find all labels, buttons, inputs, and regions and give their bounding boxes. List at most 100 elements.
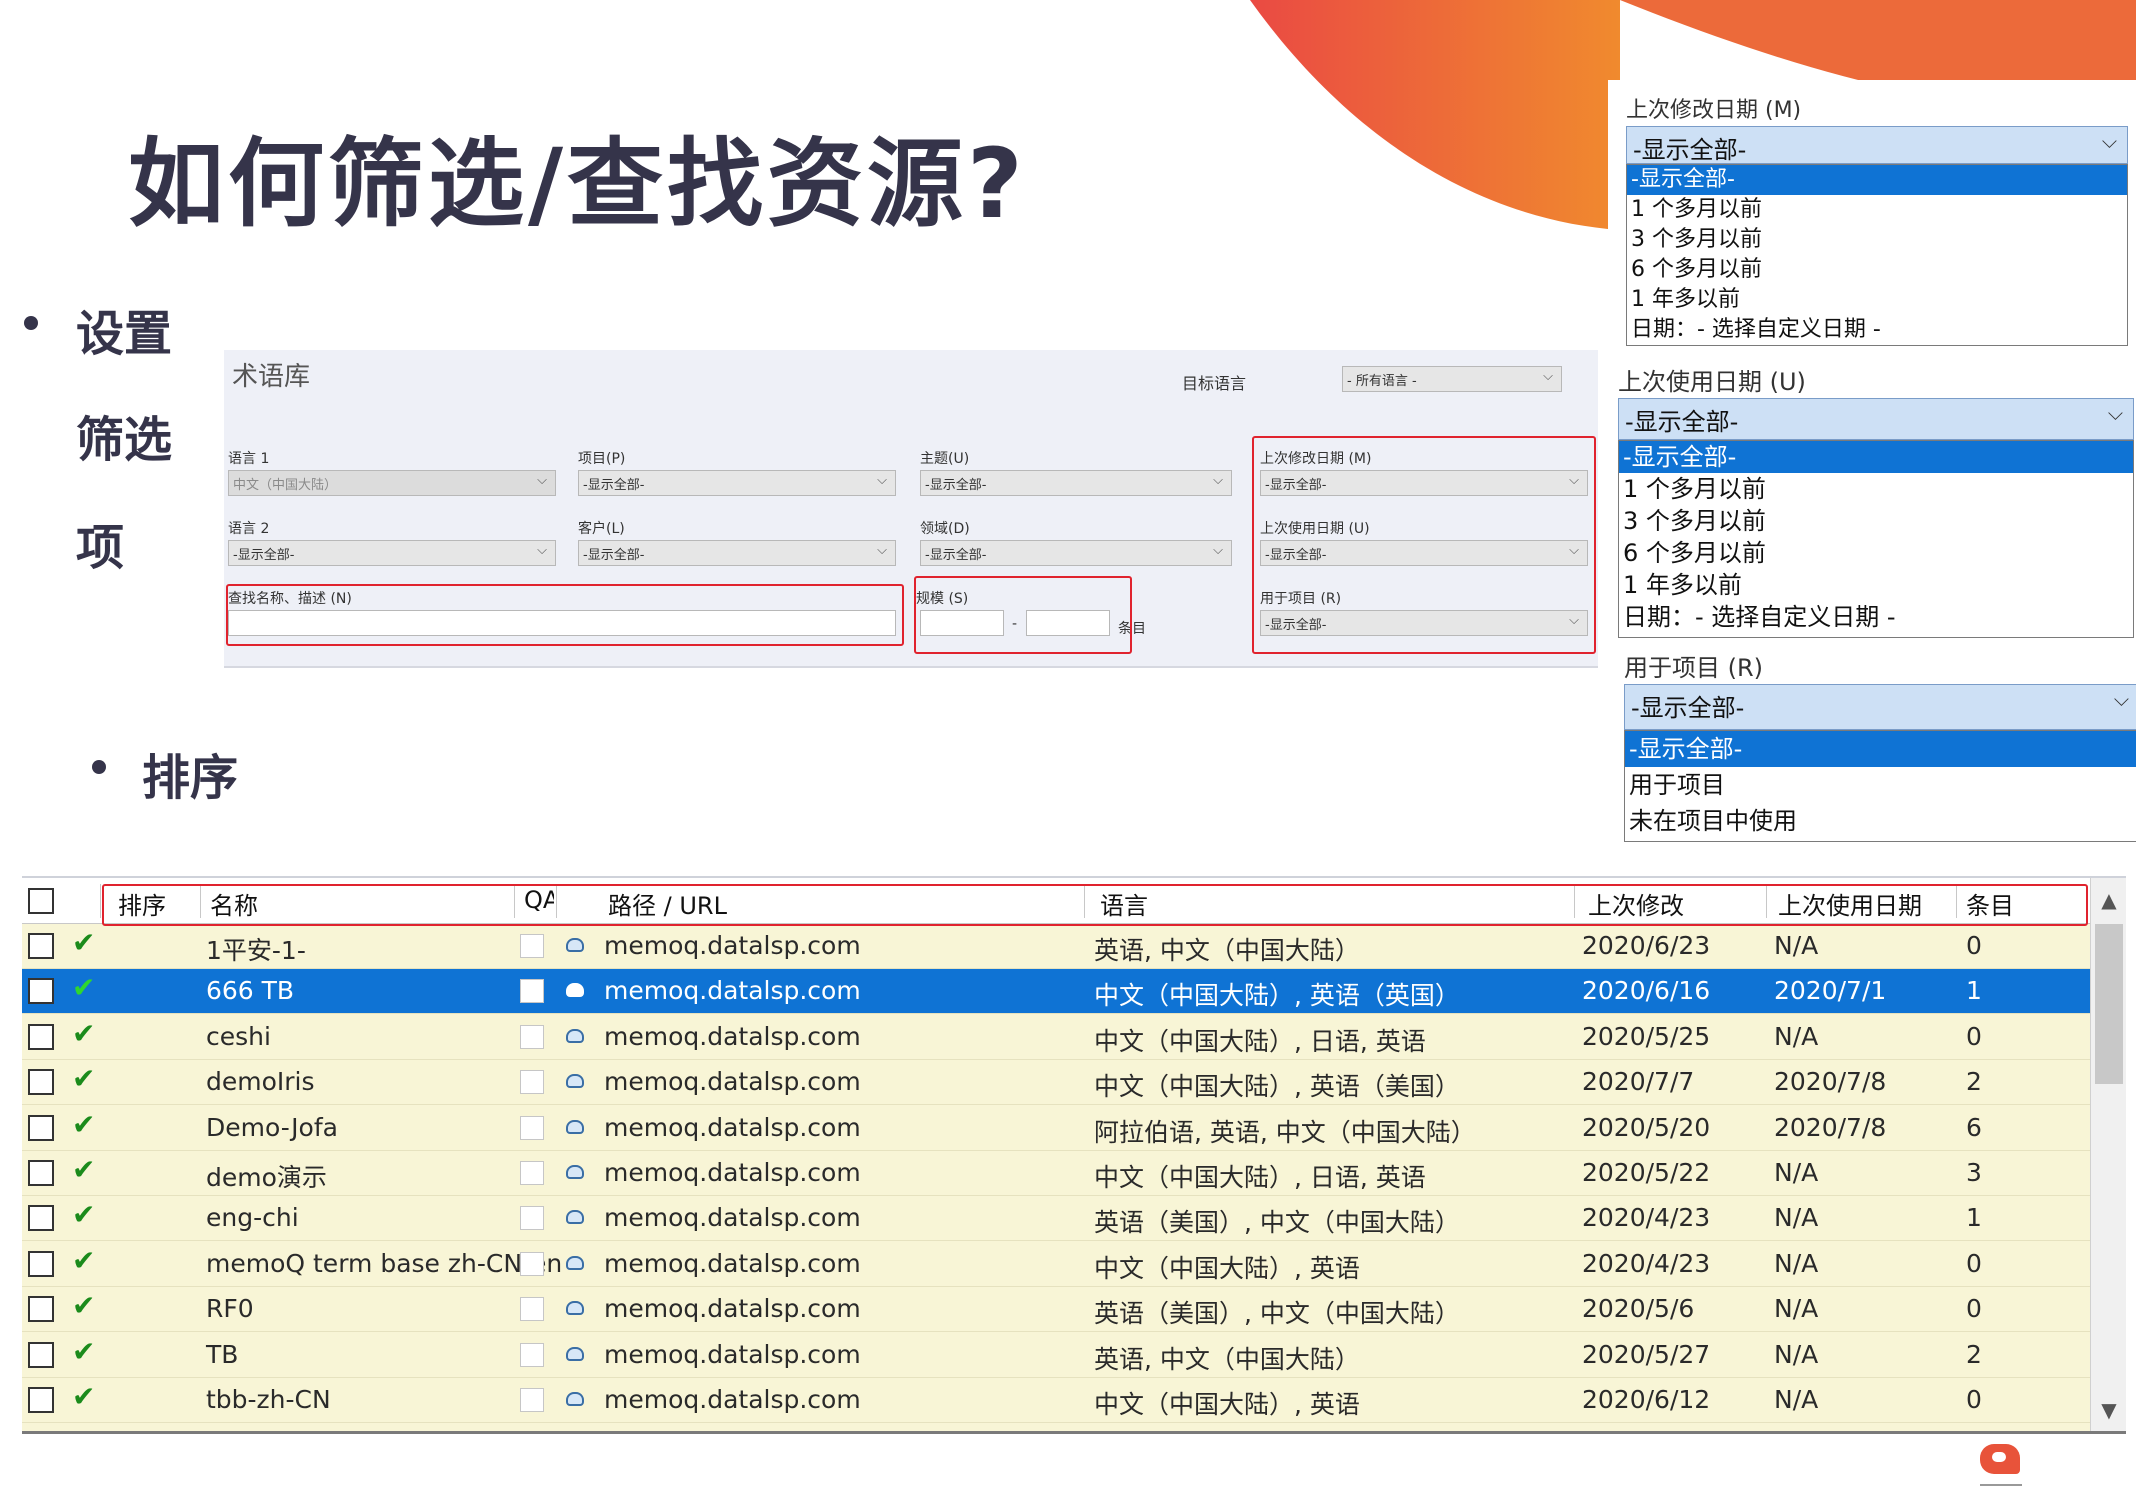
dd-option[interactable]: 用于项目 <box>1625 767 2136 803</box>
client-value: -显示全部- <box>583 548 645 563</box>
check-icon: ✔ <box>72 1243 96 1277</box>
row-checkbox[interactable] <box>28 1205 54 1232</box>
qa-checkbox[interactable] <box>520 1388 544 1412</box>
table-row[interactable]: ✔ RF0 memoq.datalsp.com 英语（美国）, 中文（中国大陆） 202… <box>22 1287 2090 1333</box>
qa-checkbox[interactable] <box>520 979 544 1004</box>
chevron-down-icon: ⌵ <box>537 473 547 488</box>
dd-option[interactable]: 1 个多月以前 <box>1619 473 2133 505</box>
qa-checkbox[interactable] <box>520 1251 544 1276</box>
row-language: 英语（美国）, 中文（中国大陆） <box>1094 1208 1460 1238</box>
client-select[interactable]: -显示全部- ⌵ <box>578 540 896 566</box>
cloud-server-icon <box>566 938 584 952</box>
check-icon: ✔ <box>72 1107 96 1141</box>
check-icon: ✔ <box>72 1289 96 1323</box>
bullet-filter-line-1: 设置 <box>76 306 173 362</box>
dd-option[interactable]: 1 年多以前 <box>1627 285 2127 315</box>
dd-option[interactable]: -显示全部- <box>1627 165 2127 195</box>
dd-option[interactable]: 1 个多月以前 <box>1627 195 2127 225</box>
row-last-used: N/A <box>1774 1385 1819 1414</box>
cloud-server-icon <box>566 1210 584 1225</box>
row-checkbox[interactable] <box>28 1296 54 1323</box>
table-row[interactable]: ✔ eng-chi memoq.datalsp.com 英语（美国）, 中文（中国大陆… <box>22 1196 2090 1242</box>
qa-checkbox[interactable] <box>520 1024 544 1049</box>
select-all-checkbox[interactable] <box>28 888 54 914</box>
cloud-server-icon <box>566 1301 584 1316</box>
subject-select[interactable]: -显示全部- ⌵ <box>920 470 1232 496</box>
table-row[interactable]: ✔ demoIris memoq.datalsp.com 中文（中国大陆）, 英语（美… <box>22 1060 2090 1106</box>
check-icon: ✔ <box>72 1153 96 1186</box>
dd-option[interactable]: 6 个多月以前 <box>1619 537 2133 569</box>
dd-option[interactable]: 6 个多月以前 <box>1627 255 2127 285</box>
check-icon: ✔ <box>72 1380 96 1413</box>
bullet-sort: 排序 <box>142 750 239 806</box>
dd-option[interactable]: -显示全部- <box>1619 441 2133 473</box>
bullet-filter-line-2: 筛选 <box>76 412 173 468</box>
row-last-used: N/A <box>1774 1248 1819 1278</box>
row-entries: 1 <box>1966 1203 1982 1233</box>
table-row[interactable]: ✔ Demo-Jofa memoq.datalsp.com 阿拉伯语, 英语, 中文（… <box>22 1106 2090 1151</box>
dd-last-used-combo[interactable]: -显示全部- ⌵ <box>1618 398 2134 440</box>
qa-checkbox[interactable] <box>520 1206 544 1231</box>
qa-checkbox[interactable] <box>520 1161 544 1185</box>
chevron-down-icon: ⌵ <box>1213 473 1223 488</box>
row-checkbox[interactable] <box>28 1114 54 1141</box>
row-last-used: 2020/7/8 <box>1774 1067 1887 1097</box>
dd-option[interactable]: 未在项目中使用 <box>1625 803 2136 839</box>
vertical-scrollbar[interactable]: ▲ ▼ <box>2090 878 2126 1431</box>
table-row[interactable]: ✔ ceshi memoq.datalsp.com 中文（中国大陆）, 日语, 英语 2… <box>22 1015 2090 1060</box>
row-checkbox[interactable] <box>28 933 54 959</box>
dd-option[interactable]: 3 个多月以前 <box>1627 225 2127 255</box>
table-row[interactable]: ✔ memoQ term base zh-CN-en memoq.datalsp.c… <box>22 1242 2090 1287</box>
bullet-dot-filter <box>24 316 38 330</box>
qa-checkbox[interactable] <box>520 1070 544 1095</box>
qa-checkbox[interactable] <box>520 1342 544 1367</box>
row-name: 1平安-1- <box>206 936 306 965</box>
scroll-thumb[interactable] <box>2095 924 2123 1084</box>
table-row[interactable]: ✔ demo演示 memoq.datalsp.com 中文（中国大陆）, 日语, 英语… <box>22 1151 2090 1196</box>
dd-option[interactable]: 3 个多月以前 <box>1619 505 2133 537</box>
client-label: 客户(L) <box>578 521 625 537</box>
row-last-modified: 2020/6/23 <box>1582 931 1711 960</box>
project-select[interactable]: -显示全部- ⌵ <box>578 470 896 496</box>
row-checkbox[interactable] <box>28 1341 54 1368</box>
row-name: demo演示 <box>206 1163 327 1192</box>
table-row[interactable]: ✔ tbb-zh-CN memoq.datalsp.com 中文（中国大陆）, 英语 2… <box>22 1378 2090 1423</box>
highlight-table-header <box>102 884 2088 926</box>
row-checkbox[interactable] <box>28 978 54 1005</box>
target-language-select[interactable]: - 所有语言 - ⌵ <box>1342 366 1562 392</box>
dd-last-modified-combo[interactable]: -显示全部- ⌵ <box>1626 126 2128 164</box>
qa-checkbox[interactable] <box>520 1115 544 1140</box>
dd-option[interactable]: 日期：- 选择自定义日期 - <box>1627 315 2127 345</box>
dd-option[interactable]: 1 年多以前 <box>1619 569 2133 601</box>
row-checkbox[interactable] <box>28 1160 54 1186</box>
row-checkbox[interactable] <box>28 1387 54 1413</box>
table-row[interactable]: ✔ 666 TB memoq.datalsp.com 中文（中国大陆）, 英语（英国）… <box>22 969 2090 1015</box>
row-language: 英语（美国）, 中文（中国大陆） <box>1094 1299 1460 1329</box>
scroll-up-icon[interactable]: ▲ <box>2091 888 2126 912</box>
row-checkbox[interactable] <box>28 1023 54 1050</box>
row-language: 中文（中国大陆）, 英语 <box>1094 1390 1360 1419</box>
row-entries: 2 <box>1966 1067 1982 1097</box>
table-row[interactable]: ✔ TB memoq.datalsp.com 英语, 中文（中国大陆） 2020/5/2… <box>22 1333 2090 1378</box>
scroll-down-icon[interactable]: ▼ <box>2091 1398 2126 1422</box>
row-name: ceshi <box>206 1021 271 1051</box>
row-language: 中文（中国大陆）, 日语, 英语 <box>1094 1163 1426 1192</box>
dd-option[interactable]: -显示全部- <box>1625 731 2136 767</box>
table-row[interactable]: ✔ 1平安-1- memoq.datalsp.com 英语, 中文（中国大陆） 2020… <box>22 924 2090 969</box>
cloud-server-icon <box>566 983 584 998</box>
row-entries: 0 <box>1966 1294 1982 1324</box>
row-path: memoq.datalsp.com <box>604 976 861 1006</box>
row-checkbox[interactable] <box>28 1069 54 1096</box>
lang2-label: 语言 2 <box>228 521 270 537</box>
qa-checkbox[interactable] <box>520 934 544 958</box>
lang2-select[interactable]: -显示全部- ⌵ <box>228 540 556 566</box>
slide-title: 如何筛选/查找资源? <box>128 128 1027 240</box>
cloud-server-icon <box>566 1165 584 1179</box>
domain-select[interactable]: -显示全部- ⌵ <box>920 540 1232 566</box>
row-language: 英语, 中文（中国大陆） <box>1094 936 1360 965</box>
qa-checkbox[interactable] <box>520 1297 544 1322</box>
dd-used-in-project-combo[interactable]: -显示全部- ⌵ <box>1624 684 2136 730</box>
bullet-dot-sort <box>92 760 106 774</box>
row-checkbox[interactable] <box>28 1250 54 1277</box>
dd-option[interactable]: 日期：- 选择自定义日期 - <box>1619 601 2133 633</box>
